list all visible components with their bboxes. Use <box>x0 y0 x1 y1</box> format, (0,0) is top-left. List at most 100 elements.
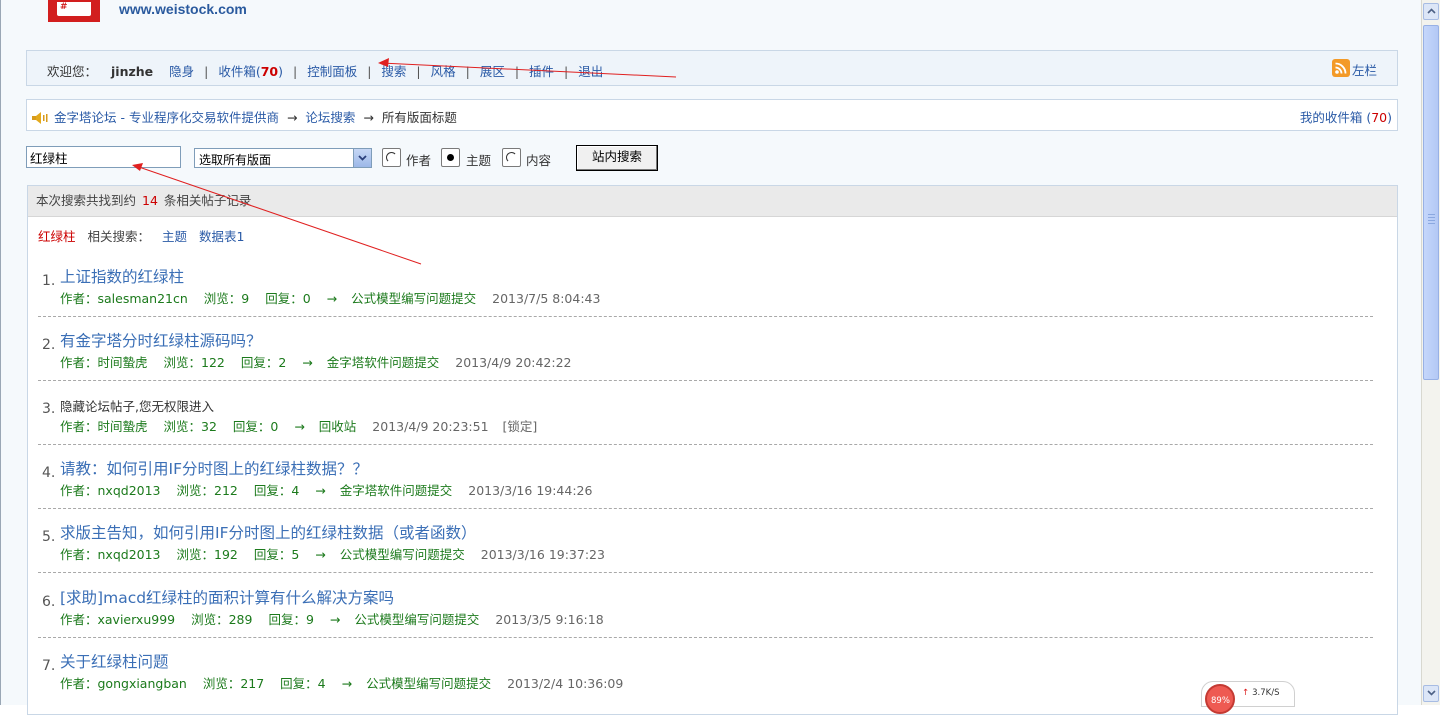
result-author[interactable]: 作者：时间蟄虎 <box>60 355 148 370</box>
result-forum[interactable]: 回收站 <box>319 419 357 434</box>
result-title[interactable]: 请教：如何引用IF分时图上的红绿柱数据？？ <box>60 457 368 479</box>
result-date: 2013/3/16 19:44:26 <box>468 483 593 498</box>
result-forum[interactable]: 公式模型编写问题提交 <box>354 612 479 627</box>
result-author[interactable]: 作者：gongxiangban <box>60 676 187 691</box>
result-meta: 作者：gongxiangban 浏览：217 回复：4 → 公式模型编写问题提交… <box>60 673 623 692</box>
result-date: 2013/3/5 9:16:18 <box>495 612 604 627</box>
result-author[interactable]: 作者：时间蟄虎 <box>60 419 148 434</box>
my-inbox-link[interactable]: 我的收件箱 (70) <box>1300 107 1392 126</box>
result-forum[interactable]: 公式模型编写问题提交 <box>366 676 491 691</box>
result-views: 浏览：212 <box>176 483 238 498</box>
result-divider <box>38 572 1373 573</box>
result-date: 2013/4/9 20:42:22 <box>455 355 572 370</box>
result-date: 2013/2/4 10:36:09 <box>507 676 624 691</box>
result-title[interactable]: 求版主告知，如何引用IF分时图上的红绿柱数据（或者函数） <box>60 521 477 543</box>
exhibit-link[interactable]: 展区 <box>480 64 505 79</box>
radio-content[interactable] <box>502 148 521 167</box>
result-index: 3. <box>42 401 56 417</box>
result-meta: 作者：salesman21cn 浏览：9 回复：0 → 公式模型编写问题提交 2… <box>60 288 600 307</box>
result-views: 浏览：289 <box>191 612 253 627</box>
result-title[interactable]: 上证指数的红绿柱 <box>60 265 184 287</box>
style-link[interactable]: 风格 <box>431 64 456 79</box>
forum-logo-icon[interactable]: # <box>48 0 100 22</box>
meta-arrow: → <box>329 612 341 627</box>
site-search-button[interactable]: 站内搜索 <box>576 145 658 171</box>
sidebar-toggle-link[interactable]: 左栏 <box>1352 60 1377 79</box>
result-divider <box>38 316 1373 317</box>
result-forum[interactable]: 公式模型编写问题提交 <box>351 291 476 306</box>
result-replies: 回复：4 <box>253 483 300 498</box>
control-panel-link[interactable]: 控制面板 <box>307 64 357 79</box>
result-forum[interactable]: 金字塔软件问题提交 <box>327 355 440 370</box>
result-meta: 作者：时间蟄虎 浏览：32 回复：0 → 回收站 2013/4/9 20:23:… <box>60 416 537 435</box>
forum-select[interactable]: 选取所有版面 <box>194 148 372 168</box>
inbox-link[interactable]: 收件箱(70) <box>218 64 283 79</box>
result-meta: 作者：xavierxu999 浏览：289 回复：9 → 公式模型编写问题提交 … <box>60 609 604 628</box>
result-lock-status: [锁定] <box>502 419 538 434</box>
invisible-link[interactable]: 隐身 <box>169 64 194 79</box>
radio-author-label: 作者 <box>406 153 432 168</box>
inbox-label: 收件箱 <box>218 64 256 79</box>
rss-icon[interactable] <box>1332 59 1350 77</box>
result-author[interactable]: 作者：nxqd2013 <box>60 483 161 498</box>
breadcrumb-search[interactable]: 论坛搜索 <box>305 110 355 125</box>
scroll-up-button[interactable] <box>1423 3 1439 20</box>
result-index: 1. <box>42 273 56 289</box>
result-forum[interactable]: 公式模型编写问题提交 <box>340 547 465 562</box>
result-meta: 作者：nxqd2013 浏览：192 回复：5 → 公式模型编写问题提交 201… <box>60 544 605 563</box>
breadcrumb-home[interactable]: 金字塔论坛 - 专业程序化交易软件提供商 <box>54 110 279 125</box>
meta-arrow: → <box>294 419 305 434</box>
result-views: 浏览：32 <box>163 419 217 434</box>
plugins-link[interactable]: 插件 <box>529 64 554 79</box>
welcome-bar: 欢迎您： jinzhe 隐身 | 收件箱(70) | 控制面板 | 搜索 | 风… <box>26 50 1398 86</box>
search-link[interactable]: 搜索 <box>381 64 406 79</box>
radio-topic-label: 主题 <box>466 153 492 168</box>
search-form: 选取所有版面 作者 主题 内容 站内搜索 <box>26 145 726 171</box>
scroll-down-button[interactable] <box>1423 685 1439 702</box>
result-author[interactable]: 作者：nxqd2013 <box>60 547 161 562</box>
radio-author[interactable] <box>382 148 401 167</box>
result-views: 浏览：122 <box>163 355 225 370</box>
speaker-icon <box>32 112 48 127</box>
chevron-down-icon[interactable] <box>353 149 371 167</box>
result-divider <box>38 508 1373 509</box>
result-item: 7. 关于红绿柱问题 作者：gongxiangban 浏览：217 回复：4 →… <box>28 650 1373 714</box>
related-link-topic[interactable]: 主题 <box>162 229 187 244</box>
network-speed-value: 3.7K/S <box>1252 688 1280 698</box>
result-title[interactable]: 有金字塔分时红绿柱源码吗？ <box>60 329 262 351</box>
result-author[interactable]: 作者：xavierxu999 <box>60 612 175 627</box>
forum-select-value: 选取所有版面 <box>199 153 272 167</box>
result-divider <box>38 380 1373 381</box>
vertical-scrollbar[interactable] <box>1421 0 1440 705</box>
result-title[interactable]: [求助]macd红绿柱的面积计算有什么解决方案吗 <box>60 586 394 608</box>
result-index: 5. <box>42 529 56 545</box>
result-title[interactable]: 关于红绿柱问题 <box>60 650 169 672</box>
result-index: 2. <box>42 337 56 353</box>
related-link-datatable[interactable]: 数据表1 <box>199 229 244 244</box>
radio-topic[interactable] <box>441 148 460 167</box>
result-index: 4. <box>42 465 56 481</box>
network-speed: ↑ 3.7K/S <box>1242 688 1279 698</box>
welcome-label: 欢迎您： <box>47 64 98 79</box>
result-divider <box>38 444 1373 445</box>
scrollbar-thumb[interactable] <box>1423 25 1439 380</box>
result-author[interactable]: 作者：salesman21cn <box>60 291 188 306</box>
result-index: 6. <box>42 594 56 610</box>
result-item: 2. 有金字塔分时红绿柱源码吗？ 作者：时间蟄虎 浏览：122 回复：2 → 金… <box>28 329 1373 393</box>
result-replies: 回复：5 <box>253 547 300 562</box>
network-speed-widget[interactable]: 89% ↑ 3.7K/S <box>1201 681 1295 714</box>
logo-mark: # <box>60 2 68 12</box>
result-index: 7. <box>42 658 56 674</box>
breadcrumb-arrow: → <box>363 110 374 125</box>
arrow-up-icon: ↑ <box>1242 688 1250 698</box>
site-url-link[interactable]: www.weistock.com <box>119 1 247 17</box>
result-replies: 回复：2 <box>240 355 287 370</box>
logout-link[interactable]: 退出 <box>578 64 603 79</box>
keyword-input[interactable] <box>26 146 181 168</box>
result-meta: 作者：时间蟄虎 浏览：122 回复：2 → 金字塔软件问题提交 2013/4/9… <box>60 352 572 371</box>
result-forum[interactable]: 金字塔软件问题提交 <box>340 483 453 498</box>
related-label: 相关搜索： <box>87 229 151 244</box>
result-title-hidden: 隐藏论坛帖子,您无权限进入 <box>60 399 214 414</box>
result-date: 2013/3/16 19:37:23 <box>480 547 605 562</box>
result-meta: 作者：nxqd2013 浏览：212 回复：4 → 金字塔软件问题提交 2013… <box>60 480 592 499</box>
